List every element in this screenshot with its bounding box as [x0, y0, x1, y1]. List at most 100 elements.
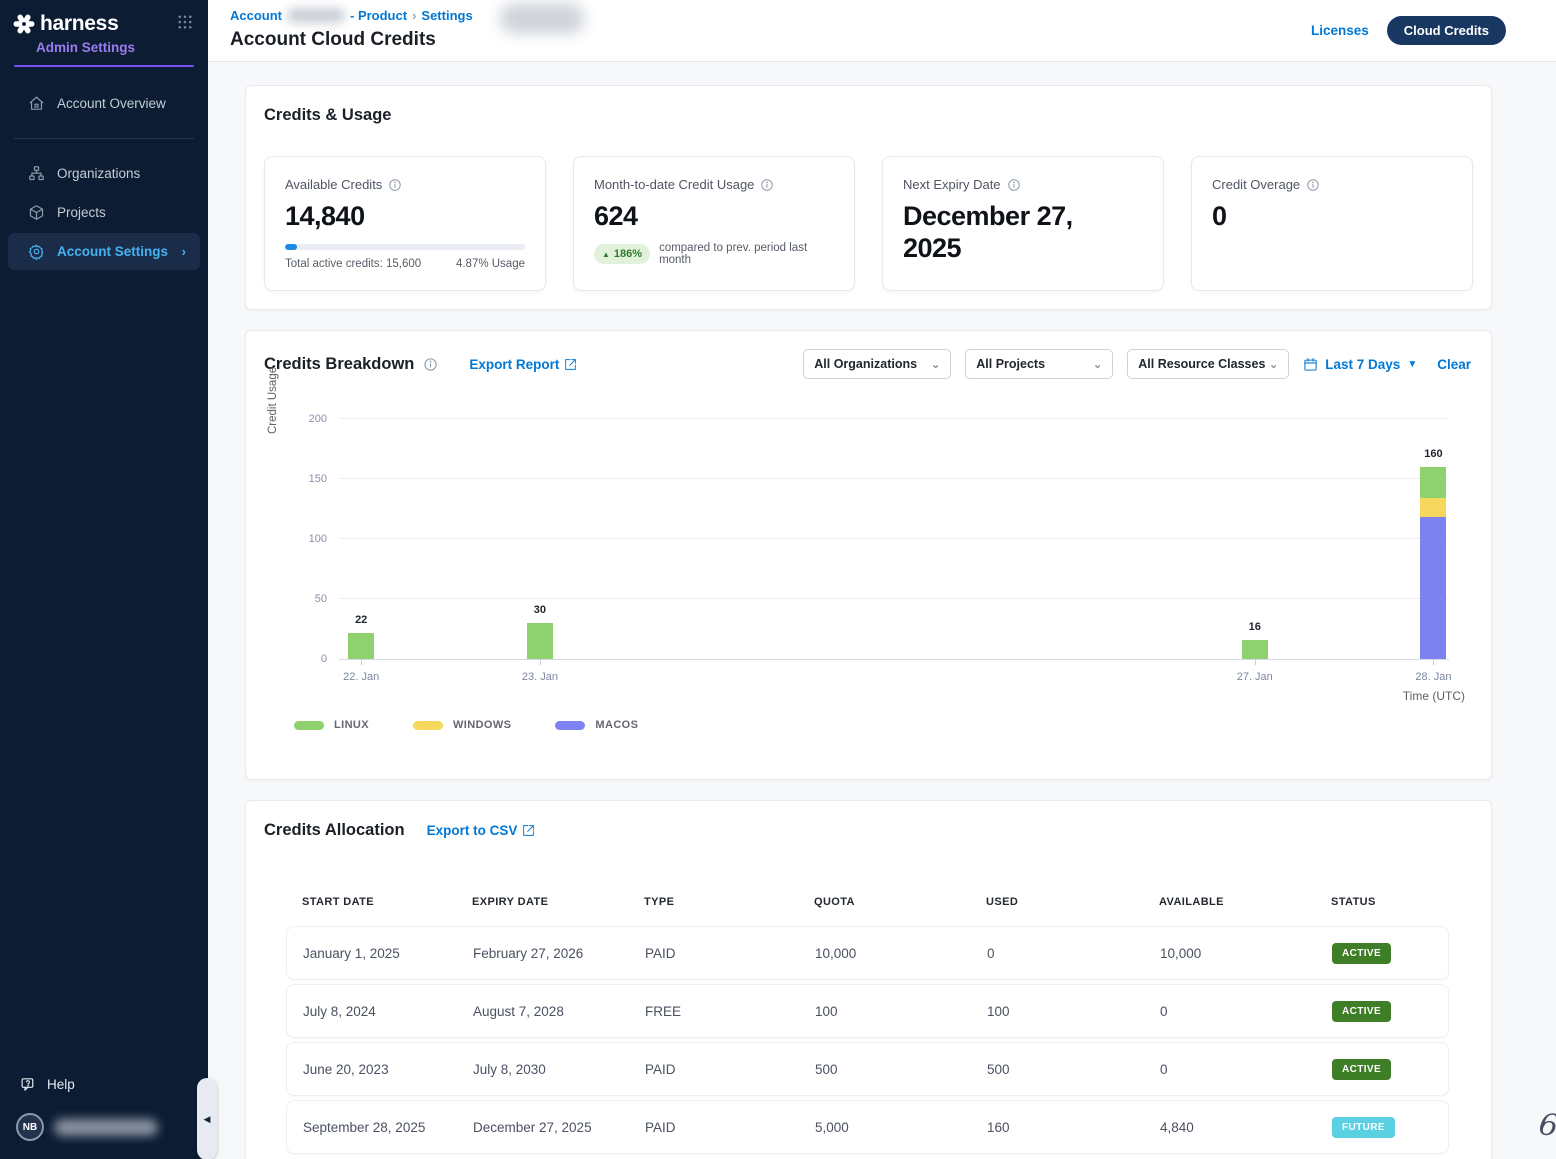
sidebar-item-organizations[interactable]: Organizations — [8, 155, 200, 192]
credits-allocation-title: Credits Allocation — [264, 821, 405, 840]
mtd-usage-value: 624 — [594, 200, 834, 232]
licenses-link[interactable]: Licenses — [1311, 23, 1369, 38]
bar-segment-linux[interactable] — [527, 623, 553, 659]
info-icon[interactable] — [388, 178, 402, 192]
user-row[interactable]: NB — [0, 1103, 208, 1159]
x-tick-mark — [1255, 659, 1256, 665]
status-badge: ACTIVE — [1332, 1001, 1391, 1022]
export-report-link[interactable]: Export Report — [469, 357, 577, 372]
cell-expiry: August 7, 2028 — [473, 1004, 645, 1019]
stat-label: Month-to-date Credit Usage — [594, 177, 754, 192]
x-tick-label: 23. Jan — [522, 671, 558, 683]
x-tick-label: 22. Jan — [343, 671, 379, 683]
cell-available: 0 — [1160, 1062, 1332, 1077]
sidebar-item-label: Projects — [57, 205, 106, 220]
cell-type: FREE — [645, 1004, 815, 1019]
legend-item-macos[interactable]: MACOS — [555, 719, 638, 731]
bar-segment-linux[interactable] — [1420, 467, 1446, 498]
logo-row: harness — [0, 0, 208, 36]
chevron-down-icon: ⌄ — [1269, 358, 1278, 371]
legend-item-windows[interactable]: WINDOWS — [413, 719, 511, 731]
cell-available: 10,000 — [1160, 946, 1332, 961]
cell-used: 0 — [987, 946, 1160, 961]
legend-label: MACOS — [595, 719, 638, 731]
cloud-credits-button[interactable]: Cloud Credits — [1387, 16, 1506, 45]
gridline — [339, 478, 1449, 479]
next-expiry-card: Next Expiry Date December 27, 2025 — [882, 156, 1164, 291]
avatar[interactable]: NB — [16, 1113, 44, 1141]
x-tick-mark — [361, 659, 362, 665]
stat-label: Credit Overage — [1212, 177, 1300, 192]
credits-allocation-panel: Credits Allocation Export to CSV START D… — [245, 800, 1492, 1159]
organizations-select[interactable]: All Organizations⌄ — [803, 349, 951, 379]
info-icon[interactable] — [1007, 178, 1021, 192]
bar-total-label: 16 — [1249, 621, 1261, 633]
column-header: AVAILABLE — [1159, 896, 1331, 908]
redaction-blur — [500, 3, 584, 34]
header-actions: Licenses Cloud Credits — [1311, 16, 1506, 45]
chart-bar-28-jan[interactable] — [1420, 467, 1446, 659]
collapse-arrow-icon: ◀ — [204, 1114, 211, 1125]
help-button[interactable]: Help — [0, 1066, 208, 1103]
table-row: September 28, 2025December 27, 2025PAID5… — [286, 1100, 1449, 1154]
cell-type: PAID — [645, 1062, 815, 1077]
allocation-table: START DATEEXPIRY DATETYPEQUOTAUSEDAVAILA… — [286, 896, 1449, 1158]
next-expiry-value: December 27, 2025 — [903, 200, 1103, 265]
cell-quota: 10,000 — [815, 946, 987, 961]
info-icon[interactable] — [760, 178, 774, 192]
sidebar-item-label: Organizations — [57, 166, 140, 181]
legend-item-linux[interactable]: LINUX — [294, 719, 369, 731]
breadcrumb-account-link[interactable]: Account — [230, 8, 282, 23]
chart-bar-23-jan[interactable] — [527, 623, 553, 659]
org-hierarchy-icon — [28, 165, 45, 182]
breadcrumb-chevron-icon: › — [412, 8, 416, 23]
legend-label: LINUX — [334, 719, 369, 731]
chart-bar-27-jan[interactable] — [1242, 640, 1268, 659]
info-icon[interactable] — [423, 357, 438, 372]
y-tick-label: 100 — [309, 533, 327, 545]
sidebar: harness Admin Settings Account Overview … — [0, 0, 208, 1159]
info-icon[interactable] — [1306, 178, 1320, 192]
y-tick-label: 200 — [309, 413, 327, 425]
gridline — [339, 538, 1449, 539]
clear-filters-link[interactable]: Clear — [1437, 357, 1471, 372]
chart-filters: All Organizations⌄ All Projects⌄ All Res… — [803, 349, 1471, 379]
help-chat-icon — [20, 1076, 37, 1093]
cell-used: 100 — [987, 1004, 1160, 1019]
page-title: Account Cloud Credits — [230, 29, 436, 51]
bar-segment-linux[interactable] — [1242, 640, 1268, 659]
projects-select[interactable]: All Projects⌄ — [965, 349, 1113, 379]
bar-segment-linux[interactable] — [348, 633, 374, 659]
column-header: USED — [986, 896, 1159, 908]
sidebar-footer: Help NB — [0, 1066, 208, 1159]
sidebar-item-account-overview[interactable]: Account Overview — [8, 85, 200, 122]
cell-quota: 5,000 — [815, 1120, 987, 1135]
x-tick-label: 28. Jan — [1415, 671, 1451, 683]
sidebar-nav: Account Overview Organizations Projects … — [0, 85, 208, 270]
cube-icon — [28, 204, 45, 221]
stat-label: Available Credits — [285, 177, 382, 192]
column-header: TYPE — [644, 896, 814, 908]
sidebar-divider — [14, 138, 194, 139]
stat-cards-row: Available Credits 14,840 Total active cr… — [264, 156, 1473, 291]
sidebar-item-projects[interactable]: Projects — [8, 194, 200, 231]
resource-classes-select[interactable]: All Resource Classes⌄ — [1127, 349, 1289, 379]
credits-breakdown-chart: Credit Usage 0501001502002222. Jan3023. … — [339, 420, 1449, 660]
credits-progress-bar — [285, 244, 525, 250]
column-header: STATUS — [1331, 896, 1449, 908]
module-grid-icon[interactable] — [176, 13, 194, 36]
sidebar-item-account-settings[interactable]: Account Settings › — [8, 233, 200, 270]
export-csv-link[interactable]: Export to CSV — [427, 823, 536, 838]
cell-expiry: July 8, 2030 — [473, 1062, 645, 1077]
date-range-picker[interactable]: Last 7 Days ▼ — [1303, 357, 1417, 372]
breadcrumb-product-link[interactable]: - Product — [350, 8, 407, 23]
bar-segment-macos[interactable] — [1420, 517, 1446, 659]
breadcrumb-settings-link[interactable]: Settings — [421, 8, 472, 23]
sidebar-collapse-handle[interactable]: ◀ — [197, 1078, 217, 1159]
admin-settings-subtitle: Admin Settings — [0, 36, 208, 55]
external-link-icon — [522, 824, 535, 837]
chart-bar-22-jan[interactable] — [348, 633, 374, 659]
bar-segment-windows[interactable] — [1420, 498, 1446, 517]
cell-expiry: February 27, 2026 — [473, 946, 645, 961]
gridline — [339, 418, 1449, 419]
